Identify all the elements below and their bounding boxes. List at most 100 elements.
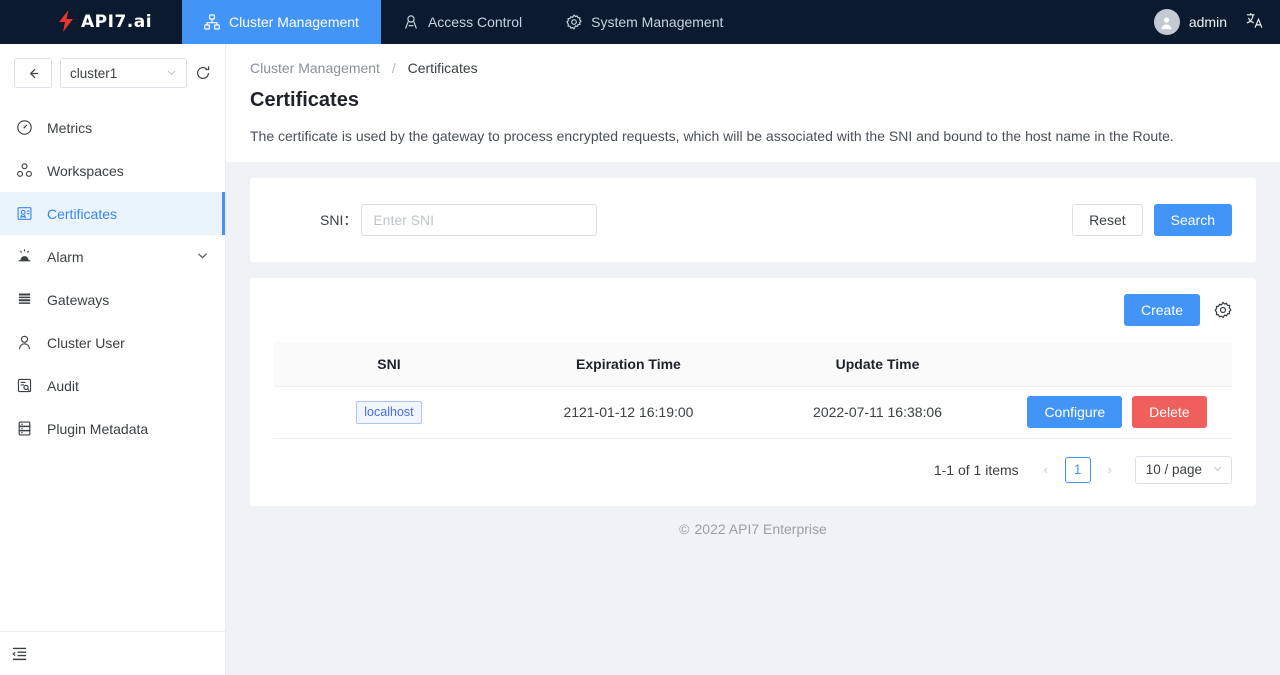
nav-item-system-management[interactable]: System Management — [544, 0, 745, 44]
sidebar-item-plugin-metadata[interactable]: Plugin Metadata — [0, 407, 225, 450]
page-header: Cluster Management / Certificates Certif… — [226, 44, 1280, 162]
user-menu[interactable]: admin — [1153, 9, 1227, 35]
content-area: SNI： Reset Search Create — [226, 162, 1280, 675]
filter-actions: Reset Search — [1072, 204, 1232, 236]
sidebar-footer — [0, 631, 225, 675]
sidebar-item-certificates[interactable]: Certificates — [0, 192, 225, 235]
cluster-select[interactable]: cluster1 — [60, 58, 187, 88]
cell-update-time: 2022-07-11 16:38:06 — [752, 386, 1003, 439]
sni-tag: localhost — [356, 400, 422, 424]
pagination-page-1[interactable]: 1 — [1064, 456, 1091, 483]
breadcrumb-parent[interactable]: Cluster Management — [250, 60, 380, 76]
breadcrumb-separator: / — [391, 60, 396, 76]
page-title: Certificates — [250, 89, 359, 111]
column-header-actions — [1002, 342, 1232, 387]
pagination-next-button[interactable]: › — [1099, 462, 1121, 477]
topnav-right-group: admin — [1153, 0, 1280, 44]
sidebar-item-gateways[interactable]: Gateways — [0, 278, 225, 321]
footer-text: 2022 API7 Enterprise — [694, 520, 827, 537]
column-header-expiration-time: Expiration Time — [503, 342, 753, 387]
search-button[interactable]: Search — [1153, 204, 1232, 236]
sidebar-item-label: Gateways — [47, 291, 110, 308]
workspaces-icon — [16, 162, 33, 179]
sidebar-item-audit[interactable]: Audit — [0, 364, 225, 407]
row-actions: Configure Delete — [1010, 396, 1224, 428]
certificates-table: SNI Expiration Time Update Time localhos… — [274, 342, 1232, 439]
sidebar-item-label: Workspaces — [47, 162, 124, 179]
metrics-icon — [16, 119, 33, 136]
column-header-update-time: Update Time — [752, 342, 1003, 387]
nav-item-cluster-management[interactable]: Cluster Management — [182, 0, 381, 44]
table-settings-gear-icon[interactable] — [1214, 301, 1232, 319]
nav-label: System Management — [591, 14, 724, 30]
nav-label: Cluster Management — [229, 14, 359, 30]
language-switch-icon[interactable] — [1245, 11, 1264, 33]
user-name: admin — [1188, 14, 1227, 30]
sidebar-item-cluster-user[interactable]: Cluster User — [0, 321, 225, 364]
certificate-icon — [16, 205, 33, 222]
copyright-icon: © — [679, 520, 690, 537]
cluster-icon — [204, 14, 220, 30]
column-header-sni: SNI — [274, 342, 504, 387]
chevron-down-icon[interactable] — [196, 249, 209, 265]
pagination: 1-1 of 1 items ‹ 1 › 10 / page — [250, 439, 1256, 506]
avatar — [1153, 9, 1180, 35]
pagination-prev-button[interactable]: ‹ — [1035, 462, 1057, 477]
sni-filter-field: SNI： — [320, 204, 598, 236]
create-button[interactable]: Create — [1123, 294, 1200, 326]
lightning-bolt-icon — [58, 9, 74, 35]
collapse-sidebar-icon[interactable] — [11, 645, 28, 662]
sni-filter-label: SNI： — [320, 212, 358, 228]
cluster-select-value: cluster1 — [70, 65, 118, 81]
sni-input[interactable] — [361, 204, 598, 236]
sidebar-item-workspaces[interactable]: Workspaces — [0, 149, 225, 192]
page-description: The certificate is used by the gateway t… — [250, 128, 1174, 144]
plugin-metadata-icon — [16, 420, 33, 437]
audit-icon — [16, 377, 33, 394]
alarm-icon — [16, 248, 33, 265]
sidebar-item-label: Audit — [47, 377, 79, 394]
user-icon — [16, 334, 33, 351]
configure-button[interactable]: Configure — [1027, 396, 1123, 428]
page-size-select[interactable]: 10 / page — [1134, 455, 1232, 484]
certificates-panel: Create SNI Expiration Time Update Time l… — [250, 278, 1256, 506]
main-content: Cluster Management / Certificates Certif… — [226, 44, 1280, 675]
sidebar-item-alarm[interactable]: Alarm — [0, 235, 225, 278]
chevron-down-icon — [166, 66, 177, 81]
table-header-row: SNI Expiration Time Update Time — [274, 342, 1232, 387]
access-control-icon — [403, 14, 419, 30]
reset-button[interactable]: Reset — [1072, 204, 1143, 236]
breadcrumb-current: Certificates — [407, 60, 478, 76]
pagination-total: 1-1 of 1 items — [933, 461, 1019, 478]
table-toolbar: Create — [250, 294, 1256, 342]
table-body: localhost 2121-01-12 16:19:00 2022-07-11… — [274, 386, 1232, 439]
sidebar-item-label: Cluster User — [47, 334, 125, 351]
app-logo[interactable]: API7.ai — [0, 0, 182, 44]
sidebar-item-label: Certificates — [47, 205, 118, 222]
delete-button[interactable]: Delete — [1132, 396, 1207, 428]
sidebar-item-metrics[interactable]: Metrics — [0, 106, 225, 149]
back-button[interactable] — [14, 58, 52, 88]
footer: © 2022 API7 Enterprise — [250, 506, 1256, 552]
gear-icon — [566, 14, 582, 30]
cell-actions: Configure Delete — [1002, 386, 1232, 439]
sidebar-menu: Metrics Workspaces Certificates Alarm Ga… — [0, 106, 225, 450]
chevron-down-icon — [1212, 462, 1223, 477]
nav-item-access-control[interactable]: Access Control — [381, 0, 544, 44]
top-navigation-bar: API7.ai Cluster Management Access Contro… — [0, 0, 1280, 44]
sidebar-item-label: Metrics — [47, 119, 93, 136]
cell-expiration-time: 2121-01-12 16:19:00 — [503, 386, 753, 439]
refresh-button[interactable] — [195, 65, 211, 81]
table-head: SNI Expiration Time Update Time — [274, 342, 1232, 387]
cell-sni: localhost — [274, 386, 504, 439]
filter-panel: SNI： Reset Search — [250, 178, 1256, 262]
breadcrumb: Cluster Management / Certificates — [250, 60, 1256, 76]
cluster-picker: cluster1 — [0, 44, 225, 100]
nav-label: Access Control — [427, 14, 523, 30]
logo-text: API7.ai — [81, 12, 153, 32]
sidebar-item-label: Alarm — [47, 248, 84, 265]
page-size-value: 10 / page — [1145, 462, 1202, 477]
sidebar: cluster1 Metrics Workspaces Certificates… — [0, 44, 226, 675]
gateways-icon — [16, 291, 33, 308]
sidebar-item-label: Plugin Metadata — [47, 420, 149, 437]
